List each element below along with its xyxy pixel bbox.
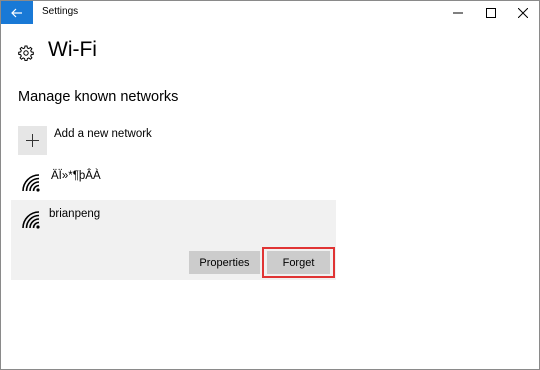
network-item[interactable]: ÄÏ»*¶þÂÀ xyxy=(18,165,336,199)
plus-icon xyxy=(26,134,39,147)
add-network-icon-box xyxy=(18,126,47,155)
close-icon xyxy=(518,7,528,18)
maximize-icon xyxy=(486,7,496,18)
add-network-label: Add a new network xyxy=(54,128,152,140)
back-button[interactable] xyxy=(1,1,33,24)
network-name: ÄÏ»*¶þÂÀ xyxy=(51,170,101,182)
minimize-icon xyxy=(453,12,463,13)
forget-button[interactable]: Forget xyxy=(267,251,330,274)
wifi-signal-icon xyxy=(22,174,40,192)
page-title: Wi-Fi xyxy=(48,38,97,61)
maximize-button[interactable] xyxy=(476,1,506,24)
wifi-signal-icon xyxy=(22,211,40,229)
settings-window: Settings Wi-Fi Manage known networks Add… xyxy=(0,0,540,370)
window-title: Settings xyxy=(42,6,79,17)
back-arrow-icon xyxy=(11,8,22,17)
properties-button[interactable]: Properties xyxy=(189,251,260,274)
gear-icon xyxy=(18,45,34,61)
page-header-icon-wrap xyxy=(18,41,34,65)
selected-network-item[interactable]: brianpeng Properties Forget xyxy=(11,200,336,280)
title-bar: Settings xyxy=(1,1,539,24)
section-title: Manage known networks xyxy=(18,89,179,105)
close-button[interactable] xyxy=(508,1,538,24)
network-name: brianpeng xyxy=(49,208,101,220)
minimize-button[interactable] xyxy=(443,1,473,24)
